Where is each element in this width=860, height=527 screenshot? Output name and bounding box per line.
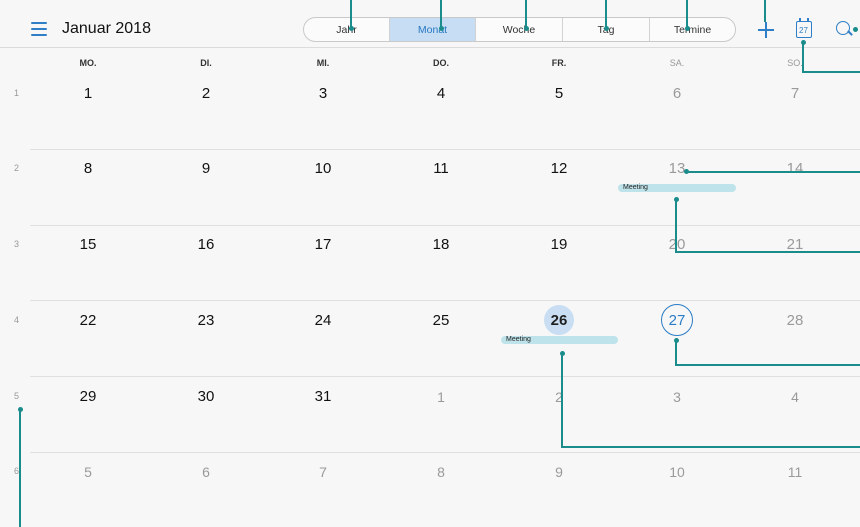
day-cell[interactable]: 19 — [539, 236, 579, 253]
day-cell-next-month[interactable]: 2 — [539, 389, 579, 405]
week-number: 5 — [14, 391, 20, 401]
row-divider — [30, 225, 860, 226]
day-cell[interactable]: 5 — [539, 85, 579, 102]
day-cell-next-month[interactable]: 4 — [775, 389, 815, 405]
day-cell-next-month[interactable]: 1 — [421, 389, 461, 405]
day-cell[interactable]: 28 — [775, 312, 815, 329]
day-cell[interactable]: 1 — [68, 85, 108, 102]
day-cell[interactable]: 14 — [775, 160, 815, 177]
day-cell[interactable]: 30 — [186, 388, 226, 405]
day-cell[interactable]: 29 — [68, 388, 108, 405]
row-divider — [30, 149, 860, 150]
day-cell[interactable]: 15 — [68, 236, 108, 253]
row-divider — [30, 300, 860, 301]
event-bar[interactable]: Meeting — [618, 184, 736, 192]
tab-year[interactable]: Jahr — [304, 18, 390, 41]
weekday-monday: MO. — [79, 58, 97, 68]
row-divider — [30, 376, 860, 377]
view-switcher: Jahr Monat Woche Tag Termine — [303, 17, 736, 42]
day-cell-selected[interactable]: 27 — [657, 312, 697, 329]
toolbar: Januar 2018 Jahr Monat Woche Tag Termine… — [0, 0, 860, 48]
day-cell[interactable]: 9 — [186, 160, 226, 177]
weekday-thursday: DO. — [432, 58, 449, 68]
tab-month[interactable]: Monat — [390, 18, 476, 41]
day-cell-next-month[interactable]: 9 — [539, 464, 579, 480]
today-icon-number: 27 — [799, 26, 808, 35]
event-bar[interactable]: Meeting — [501, 336, 618, 344]
go-to-today-icon[interactable]: 27 — [796, 18, 812, 38]
weekday-saturday: SA. — [669, 58, 685, 68]
day-cell[interactable]: 4 — [421, 85, 461, 102]
month-title[interactable]: Januar 2018 — [62, 20, 151, 38]
day-cell[interactable]: 31 — [303, 388, 343, 405]
day-cell[interactable]: 6 — [657, 85, 697, 102]
day-cell-next-month[interactable]: 8 — [421, 464, 461, 480]
menu-icon[interactable] — [31, 22, 47, 36]
weekday-sunday: SO. — [787, 58, 803, 68]
day-cell[interactable]: 16 — [186, 236, 226, 253]
day-cell-next-month[interactable]: 7 — [303, 464, 343, 480]
day-cell[interactable]: 24 — [303, 312, 343, 329]
day-cell[interactable]: 18 — [421, 236, 461, 253]
day-cell[interactable]: 2 — [186, 85, 226, 102]
day-cell[interactable]: 7 — [775, 85, 815, 102]
day-cell-today[interactable]: 26 — [539, 312, 579, 329]
search-icon[interactable] — [836, 21, 850, 35]
row-divider — [30, 452, 860, 453]
tab-events[interactable]: Termine — [650, 18, 735, 41]
day-cell[interactable]: 23 — [186, 312, 226, 329]
week-number: 1 — [14, 88, 20, 98]
day-cell[interactable]: 8 — [68, 160, 108, 177]
day-cell[interactable]: 12 — [539, 160, 579, 177]
day-cell[interactable]: 17 — [303, 236, 343, 253]
week-number: 3 — [14, 239, 20, 249]
day-cell[interactable]: 10 — [303, 160, 343, 177]
day-cell[interactable]: 25 — [421, 312, 461, 329]
day-cell[interactable]: 13 — [657, 160, 697, 177]
week-number: 4 — [14, 315, 20, 325]
day-cell-next-month[interactable]: 5 — [68, 464, 108, 480]
calendar-app: Januar 2018 Jahr Monat Woche Tag Termine… — [0, 0, 860, 527]
week-number: 2 — [14, 163, 20, 173]
weekday-friday: FR. — [551, 58, 567, 68]
day-cell[interactable]: 22 — [68, 312, 108, 329]
day-cell[interactable]: 3 — [303, 85, 343, 102]
add-event-icon[interactable] — [758, 22, 774, 38]
day-cell-next-month[interactable]: 6 — [186, 464, 226, 480]
day-cell-next-month[interactable]: 11 — [775, 464, 815, 480]
day-cell[interactable]: 11 — [421, 160, 461, 177]
tab-week[interactable]: Woche — [476, 18, 563, 41]
weekday-tuesday: DI. — [200, 58, 212, 68]
weekday-wednesday: MI. — [316, 58, 330, 68]
day-cell-next-month[interactable]: 3 — [657, 389, 697, 405]
day-cell-next-month[interactable]: 10 — [657, 464, 697, 480]
